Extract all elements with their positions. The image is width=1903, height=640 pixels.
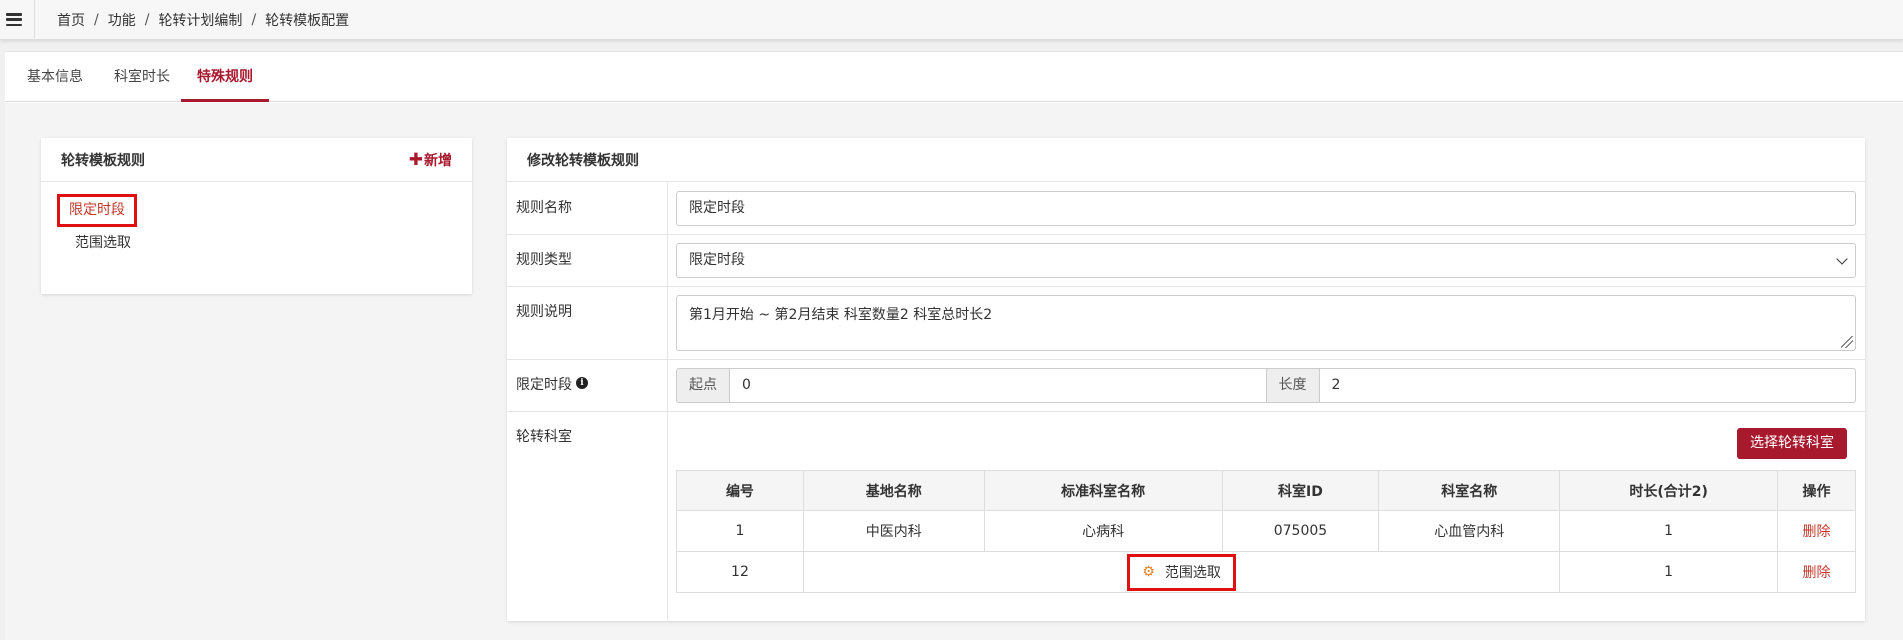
table-row: 12 ⚙ 范围选取 1 删除 bbox=[676, 551, 1856, 593]
range-select-tag[interactable]: ⚙ 范围选取 bbox=[1127, 553, 1236, 591]
top-bar: 首页 / 功能 / 轮转计划编制 / 轮转模板配置 bbox=[0, 0, 1903, 40]
plus-icon: ✚ bbox=[408, 149, 423, 170]
breadcrumb-separator: / bbox=[251, 11, 257, 28]
range-select-label: 范围选取 bbox=[1164, 565, 1221, 581]
length-addon: 长度 bbox=[1266, 368, 1320, 403]
cell-duration: 1 bbox=[1559, 510, 1779, 552]
dept-field: 选择轮转科室 编号 基地名称 标准科室名称 科室ID 科室名称 时长(合计2) … bbox=[668, 412, 1865, 619]
col-header-base: 基地名称 bbox=[802, 470, 985, 511]
dept-table: 编号 基地名称 标准科室名称 科室ID 科室名称 时长(合计2) 操作 1 中医… bbox=[676, 470, 1856, 593]
cell-action: 删除 bbox=[1777, 510, 1856, 552]
breadcrumb-separator: / bbox=[94, 11, 99, 28]
cell-dept-name: 心血管内科 bbox=[1378, 510, 1561, 552]
form-row-desc: 规则说明 第1月开始 ~ 第2月结束 科室数量2 科室总时长2 bbox=[507, 287, 1865, 360]
tab-content: 轮转模板规则 ✚ 新增 限定时段 范围选取 修改轮转模板规则 规则名称 限定时段 bbox=[5, 103, 1903, 640]
resize-grip-icon[interactable] bbox=[1841, 336, 1853, 348]
breadcrumb-separator: / bbox=[144, 11, 150, 28]
col-header-std-dept: 标准科室名称 bbox=[983, 470, 1223, 511]
col-header-dept-id: 科室ID bbox=[1221, 470, 1380, 511]
chevron-down-icon bbox=[1836, 253, 1848, 265]
col-header-dept-name: 科室名称 bbox=[1378, 470, 1561, 511]
cell-action: 删除 bbox=[1777, 551, 1856, 593]
tab-dept-duration[interactable]: 科室时长 bbox=[106, 52, 178, 102]
period-label: 限定时段 bbox=[516, 377, 572, 393]
form-row-period: 限定时段 i 起点 0 长度 2 bbox=[507, 360, 1865, 412]
rule-desc-label: 规则说明 bbox=[507, 287, 668, 359]
table-row: 1 中医内科 心病科 075005 心血管内科 1 删除 bbox=[676, 510, 1856, 552]
rule-edit-card: 修改轮转模板规则 规则名称 限定时段 规则类型 限定时段 规则说明 第1月开始 … bbox=[507, 138, 1865, 621]
add-rule-label: 新增 bbox=[424, 152, 452, 169]
col-header-duration: 时长(合计2) bbox=[1559, 470, 1779, 511]
rule-type-select[interactable]: 限定时段 bbox=[676, 243, 1856, 278]
form-row-name: 规则名称 限定时段 bbox=[507, 183, 1865, 235]
start-addon: 起点 bbox=[676, 368, 730, 403]
rule-name-label: 规则名称 bbox=[507, 183, 668, 234]
add-rule-button[interactable]: ✚ 新增 bbox=[409, 150, 452, 170]
cell-dept-id: 075005 bbox=[1221, 510, 1380, 552]
rule-list: 限定时段 范围选取 bbox=[41, 182, 472, 260]
info-circle-icon[interactable]: i bbox=[576, 377, 588, 389]
cell-duration: 1 bbox=[1559, 551, 1779, 593]
rule-type-label: 规则类型 bbox=[507, 235, 668, 286]
main-panel: 基本信息 科室时长 特殊规则 轮转模板规则 ✚ 新增 限定时段 范围选取 修改轮… bbox=[5, 51, 1903, 640]
top-bar-divider bbox=[34, 0, 35, 40]
form-row-type: 规则类型 限定时段 bbox=[507, 235, 1865, 287]
dept-label: 轮转科室 bbox=[507, 412, 668, 619]
table-header-row: 编号 基地名称 标准科室名称 科室ID 科室名称 时长(合计2) 操作 bbox=[676, 470, 1856, 511]
breadcrumb-function[interactable]: 功能 bbox=[108, 10, 136, 30]
delete-link[interactable]: 删除 bbox=[1803, 565, 1831, 581]
rule-list-header: 轮转模板规则 ✚ 新增 bbox=[41, 138, 472, 182]
hamburger-menu-icon[interactable] bbox=[6, 13, 22, 26]
rule-type-value: 限定时段 bbox=[689, 252, 745, 268]
period-label-cell: 限定时段 i bbox=[507, 360, 668, 411]
cell-std-dept: 心病科 bbox=[983, 510, 1223, 552]
col-header-no: 编号 bbox=[676, 470, 804, 511]
rule-desc-value: 第1月开始 ~ 第2月结束 科室数量2 科室总时长2 bbox=[689, 307, 993, 323]
tab-special-rules[interactable]: 特殊规则 bbox=[181, 52, 269, 102]
rule-desc-textarea[interactable]: 第1月开始 ~ 第2月结束 科室数量2 科室总时长2 bbox=[676, 295, 1856, 351]
breadcrumb-current: 轮转模板配置 bbox=[265, 12, 350, 29]
delete-link[interactable]: 删除 bbox=[1803, 524, 1831, 540]
rule-edit-title: 修改轮转模板规则 bbox=[527, 152, 639, 169]
rule-edit-form: 规则名称 限定时段 规则类型 限定时段 规则说明 第1月开始 ~ 第2月结束 科… bbox=[507, 183, 1865, 619]
select-dept-button[interactable]: 选择轮转科室 bbox=[1737, 428, 1847, 459]
rule-list-card: 轮转模板规则 ✚ 新增 限定时段 范围选取 bbox=[41, 138, 472, 294]
tab-basic-info[interactable]: 基本信息 bbox=[19, 52, 91, 102]
period-input-group: 起点 0 长度 2 bbox=[676, 368, 1856, 403]
rule-item-limited-period[interactable]: 限定时段 bbox=[57, 194, 137, 227]
cell-range: ⚙ 范围选取 bbox=[802, 551, 1561, 593]
cell-base: 中医内科 bbox=[802, 510, 985, 552]
form-row-dept: 轮转科室 选择轮转科室 编号 基地名称 标准科室名称 科室ID 科室名称 时长(… bbox=[507, 412, 1865, 619]
rule-name-input[interactable]: 限定时段 bbox=[676, 191, 1856, 226]
breadcrumb-plan[interactable]: 轮转计划编制 bbox=[158, 10, 242, 30]
breadcrumb: 首页 / 功能 / 轮转计划编制 / 轮转模板配置 bbox=[57, 10, 349, 30]
breadcrumb-home[interactable]: 首页 bbox=[57, 10, 85, 30]
cell-no: 1 bbox=[676, 510, 804, 552]
cell-no: 12 bbox=[676, 551, 804, 593]
tab-bar: 基本信息 科室时长 特殊规则 bbox=[5, 52, 1903, 102]
rule-edit-header: 修改轮转模板规则 bbox=[507, 138, 1865, 182]
length-input[interactable]: 2 bbox=[1319, 368, 1856, 403]
rule-list-title: 轮转模板规则 bbox=[61, 152, 145, 169]
gears-icon: ⚙ bbox=[1142, 564, 1155, 580]
rule-item-range-select[interactable]: 范围选取 bbox=[63, 227, 143, 260]
col-header-action: 操作 bbox=[1777, 470, 1856, 511]
start-input[interactable]: 0 bbox=[730, 368, 1267, 403]
